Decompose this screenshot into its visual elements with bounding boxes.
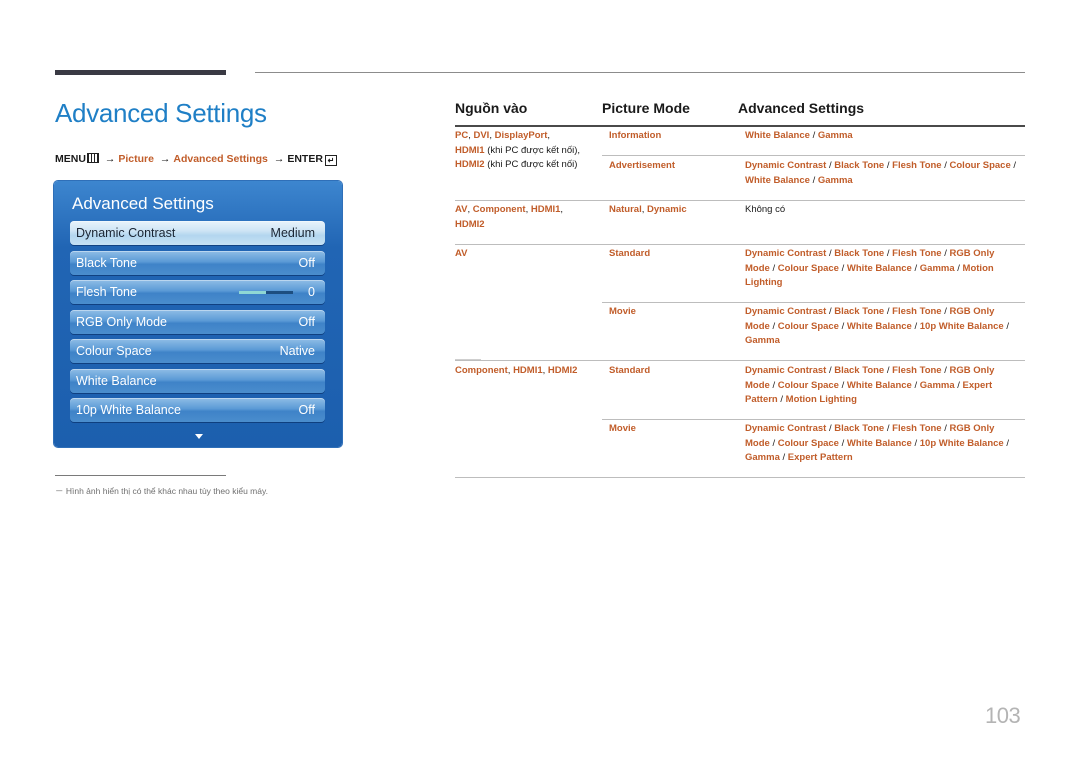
enter-label: ENTER xyxy=(287,153,323,165)
table-cell-picture-mode: Natural, Dynamic xyxy=(609,204,687,215)
menu-path: MENU → Picture → Advanced Settings → ENTER ↵ xyxy=(55,153,337,166)
header-rule xyxy=(255,72,1025,73)
osd-title: Advanced Settings xyxy=(72,194,214,213)
table-cell-advanced-settings: White Balance / Gamma xyxy=(745,130,853,141)
footnote-rule xyxy=(55,475,226,476)
table-cell-advanced-settings: Dynamic Contrast / Black Tone / Flesh To… xyxy=(745,365,995,406)
table-cell-source: Component, HDMI1, HDMI2 xyxy=(455,365,578,376)
table-row-divider xyxy=(602,419,1025,420)
menu-path-advanced-settings: Advanced Settings xyxy=(173,153,268,165)
osd-item-dynamic-contrast[interactable]: Dynamic Contrast Medium xyxy=(70,221,325,245)
chevron-down-icon[interactable] xyxy=(195,434,203,439)
osd-item-value: Off xyxy=(298,256,315,270)
table-header-picture-mode: Picture Mode xyxy=(602,100,690,116)
page-title: Advanced Settings xyxy=(55,98,267,128)
table-cell-picture-mode: Standard xyxy=(609,248,651,259)
arrow: → xyxy=(273,153,285,165)
table-cell-picture-mode: Advertisement xyxy=(609,160,675,171)
menu-path-picture: Picture xyxy=(118,153,154,165)
table-header-source: Nguồn vào xyxy=(455,100,528,116)
table-cell-source: PC, DVI, DisplayPort, HDMI1 (khi PC được … xyxy=(455,130,581,171)
table-row-divider xyxy=(455,200,1025,201)
table-header-advanced-settings: Advanced Settings xyxy=(738,100,865,116)
osd-item-white-balance[interactable]: White Balance xyxy=(70,369,325,393)
footnote: － Hình ảnh hiển thị có thể khác nhau tùy… xyxy=(55,486,268,496)
arrow: → xyxy=(104,153,116,165)
table-cell-picture-mode: Standard xyxy=(609,365,651,376)
table-row-divider xyxy=(455,244,1025,245)
osd-item-value: Off xyxy=(298,315,315,329)
osd-item-label: 10p White Balance xyxy=(76,403,181,417)
osd-item-label: White Balance xyxy=(76,374,157,388)
osd-item-flesh-tone[interactable]: Flesh Tone 0 xyxy=(70,280,325,304)
arrow: → xyxy=(159,153,171,165)
table-cell-source: AV xyxy=(455,248,468,259)
table-cell-picture-mode: Movie xyxy=(609,306,636,317)
table-cell-source: AV, Component, HDMI1, HDMI2 xyxy=(455,204,564,230)
enter-return-icon: ↵ xyxy=(324,155,337,166)
table-cell-picture-mode: Movie xyxy=(609,423,636,434)
menu-grid-icon xyxy=(86,153,99,163)
osd-item-value: Medium xyxy=(270,226,315,240)
osd-item-colour-space[interactable]: Colour Space Native xyxy=(70,339,325,363)
osd-item-black-tone[interactable]: Black Tone Off xyxy=(70,251,325,275)
osd-item-label: Dynamic Contrast xyxy=(76,226,176,240)
table-header-rule xyxy=(455,125,1025,127)
flesh-tone-slider[interactable] xyxy=(239,291,293,294)
table-cell-advanced-settings: Dynamic Contrast / Black Tone / Flesh To… xyxy=(745,248,995,289)
osd-item-label: Black Tone xyxy=(76,256,137,270)
menu-label: MENU xyxy=(55,153,86,165)
table-row-divider xyxy=(602,302,1025,303)
table-row-divider xyxy=(455,477,1025,478)
osd-item-label: Flesh Tone xyxy=(76,285,137,299)
osd-item-10p-white-balance[interactable]: 10p White Balance Off xyxy=(70,398,325,422)
osd-item-rgb-only-mode[interactable]: RGB Only Mode Off xyxy=(70,310,325,334)
osd-item-label: Colour Space xyxy=(76,344,152,358)
table-cell-picture-mode: Information xyxy=(609,130,662,141)
osd-advanced-settings-panel: Advanced Settings Dynamic Contrast Medium… xyxy=(54,181,342,447)
osd-item-value: 0 xyxy=(308,285,315,299)
osd-item-label: RGB Only Mode xyxy=(76,315,168,329)
table-cell-advanced-settings: Không có xyxy=(745,204,786,215)
table-row-divider xyxy=(455,360,1025,361)
page-number: 103 xyxy=(985,703,1021,728)
table-cell-advanced-settings: Dynamic Contrast / Black Tone / Flesh To… xyxy=(745,306,1009,347)
slider-fill xyxy=(239,291,266,294)
osd-item-value: Native xyxy=(279,344,315,358)
osd-item-value: Off xyxy=(298,403,315,417)
table-row-divider xyxy=(602,155,1025,156)
header-accent-bar xyxy=(55,70,226,75)
table-cell-advanced-settings: Dynamic Contrast / Black Tone / Flesh To… xyxy=(745,423,1009,464)
table-cell-advanced-settings: Dynamic Contrast / Black Tone / Flesh To… xyxy=(745,160,1017,186)
